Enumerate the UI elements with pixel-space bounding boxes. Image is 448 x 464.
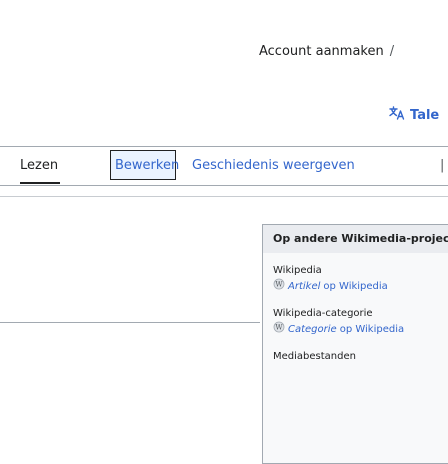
create-account-label: Account aanmaken xyxy=(259,44,384,59)
svg-text:W: W xyxy=(275,281,283,289)
tab-read[interactable]: Lezen xyxy=(20,153,58,179)
create-account-link[interactable]: Account aanmaken / xyxy=(259,44,394,59)
category-link-label: Categorie xyxy=(288,324,337,335)
article-link-suffix: op Wikipedia xyxy=(323,281,388,292)
translate-icon xyxy=(389,106,405,124)
tabs-top-border xyxy=(0,146,448,147)
sister-item-name: Wikipedia-categorie xyxy=(273,308,373,319)
page-tabs: Lezen Bewerken Geschiedenis weergeven | xyxy=(0,146,448,186)
wikipedia-icon: W xyxy=(273,278,285,296)
sister-item-media: Mediabestanden xyxy=(263,349,448,364)
sister-item-wikipedia: Wikipedia W Artikel op Wikipedia xyxy=(263,263,448,296)
account-separator: / xyxy=(389,44,395,59)
language-label: Tale xyxy=(410,107,440,123)
category-link-suffix: op Wikipedia xyxy=(339,324,405,335)
tab-read-active-indicator xyxy=(20,182,60,184)
sister-item-name: Wikipedia xyxy=(273,265,322,276)
sister-projects-box: Op andere Wikimedia-projec Wikipedia W A… xyxy=(262,224,448,464)
tab-edit[interactable]: Bewerken xyxy=(110,150,179,180)
wikipedia-category-link[interactable]: W Categorie op Wikipedia xyxy=(273,321,448,339)
section-divider xyxy=(0,322,260,323)
tabs-bottom-border xyxy=(0,185,448,186)
wikipedia-icon: W xyxy=(273,321,285,339)
sister-item-category: Wikipedia-categorie W Categorie op Wikip… xyxy=(263,306,448,339)
tabs-overflow-divider: | xyxy=(440,158,445,173)
sister-projects-title: Op andere Wikimedia-projec xyxy=(263,225,448,253)
article-link-label: Artikel xyxy=(288,281,321,292)
language-button[interactable]: Tale xyxy=(389,106,439,124)
tab-history[interactable]: Geschiedenis weergeven xyxy=(192,153,355,179)
sister-item-name: Mediabestanden xyxy=(273,351,356,362)
wikipedia-article-link[interactable]: W Artikel op Wikipedia xyxy=(273,278,448,296)
content-divider xyxy=(0,196,448,197)
svg-text:W: W xyxy=(275,324,283,332)
